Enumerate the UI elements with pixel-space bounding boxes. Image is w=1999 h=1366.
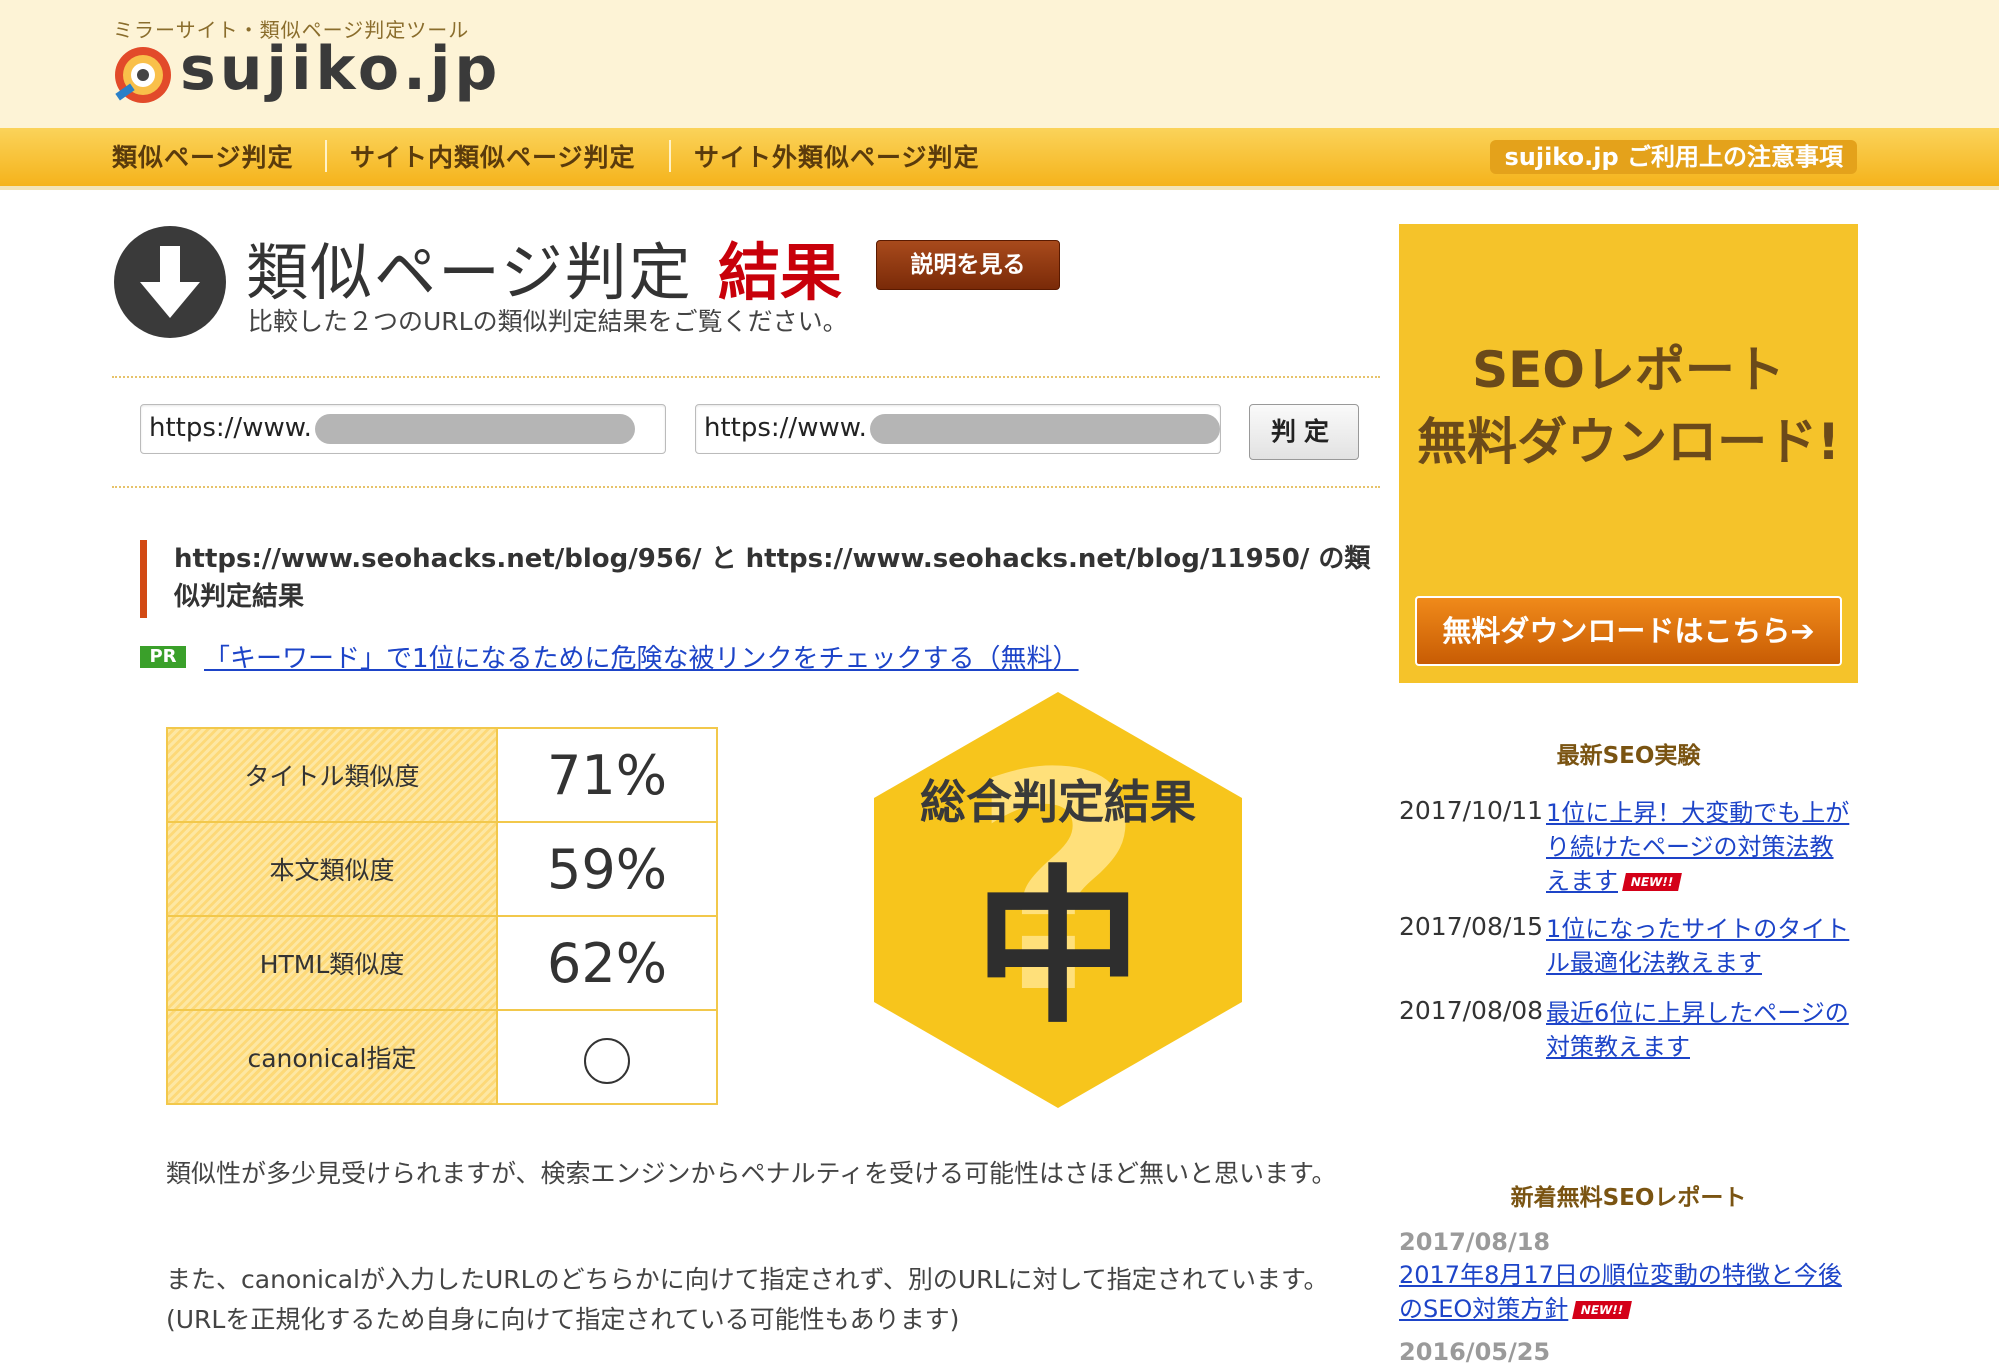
canonical-label: canonical指定 [166, 1009, 498, 1105]
title-similarity-value: 71% [496, 727, 718, 823]
table-row: HTML類似度 62% [166, 915, 718, 1011]
news-date: 2017/10/11 [1399, 796, 1544, 825]
url-input-2[interactable]: https://www. [695, 404, 1221, 454]
usage-notice-link[interactable]: sujiko.jp ご利用上の注意事項 [1490, 140, 1857, 174]
ad-headline-line1: SEOレポート [1472, 341, 1785, 399]
news-link[interactable]: 1位になったサイトのタイトル最適化法教えます [1546, 912, 1856, 980]
table-row: タイトル類似度 71% [166, 727, 718, 823]
arrow-down-circle-icon [114, 226, 226, 338]
logo-icon[interactable] [112, 44, 174, 106]
new-badge: NEW!! [1572, 1301, 1633, 1319]
overall-result-badge: ? 総合判定結果 中 [874, 692, 1242, 1108]
ad-headline-line2: 無料ダウンロード! [1417, 413, 1840, 471]
canonical-value [496, 1009, 718, 1105]
overall-result-grade: 中 [974, 850, 1142, 1046]
nav-item-internal-similar[interactable]: サイト内類似ページ判定 [350, 138, 636, 174]
table-row: 本文類似度 59% [166, 821, 718, 917]
nav-item-similar-page[interactable]: 類似ページ判定 [112, 138, 294, 174]
pr-link[interactable]: 「キーワード」で1位になるために危険な被リンクをチェックする（無料） [204, 638, 1079, 675]
canonical-description: また、canonicalが入力したURLのどちらかに向けて指定されず、別のURL… [166, 1265, 1329, 1334]
pr-badge: PR [140, 646, 186, 668]
site-logo[interactable]: sujiko.jp [180, 34, 501, 104]
page-subtitle: 比較した２つのURLの類似判定結果をご覧ください。 [248, 307, 848, 336]
report-date: 2017/08/18 [1399, 1228, 1551, 1256]
title-similarity-label: タイトル類似度 [166, 727, 498, 823]
explain-button[interactable]: 説明を見る [876, 240, 1060, 290]
main-nav: 類似ページ判定 サイト内類似ページ判定 サイト外類似ページ判定 sujiko.j… [0, 128, 1999, 190]
overall-result-label: 総合判定結果 [920, 775, 1196, 829]
nav-item-external-similar[interactable]: サイト外類似ページ判定 [694, 138, 980, 174]
divider [112, 376, 1380, 378]
report-link[interactable]: 2017年8月17日の順位変動の特徴と今後のSEO対策方針 NEW!! [1399, 1258, 1859, 1326]
result-heading: https://www.seohacks.net/blog/956/ と htt… [174, 544, 1371, 612]
new-report-heading: 新着無料SEOレポート [1510, 1185, 1747, 1211]
page-title-result: 結果 [718, 236, 843, 309]
page-title: 類似ページ判定 [246, 236, 693, 309]
result-description: 類似性が多少見受けられますが、検索エンジンからペナルティを受ける可能性はさほど無… [166, 1159, 1337, 1188]
url-input-1[interactable]: https://www. [140, 404, 666, 454]
circle-mark-icon [584, 1037, 630, 1084]
url-input-1-value: https://www. [149, 413, 312, 443]
divider [112, 486, 1380, 488]
body-similarity-label: 本文類似度 [166, 821, 498, 917]
body-similarity-value: 59% [496, 821, 718, 917]
result-heading-bar [140, 540, 147, 618]
html-similarity-label: HTML類似度 [166, 915, 498, 1011]
redacted-url [315, 414, 635, 444]
nav-divider [325, 140, 327, 172]
report-date: 2016/05/25 [1399, 1338, 1551, 1366]
url-input-2-value: https://www. [704, 413, 867, 443]
table-row: canonical指定 [166, 1009, 718, 1105]
new-badge: NEW!! [1622, 873, 1682, 891]
nav-divider [669, 140, 671, 172]
latest-seo-heading: 最新SEO実験 [1556, 743, 1701, 769]
news-title[interactable]: 1位に上昇！大変動でも上がり続けたページの対策法教えます [1546, 799, 1849, 895]
html-similarity-value: 62% [496, 915, 718, 1011]
judge-button[interactable]: 判定 [1249, 404, 1359, 460]
news-link[interactable]: 最近6位に上昇したページの対策教えます [1546, 996, 1856, 1064]
news-date: 2017/08/15 [1399, 912, 1544, 941]
ad-headline: SEOレポート 無料ダウンロード! [1399, 334, 1858, 478]
seo-report-ad[interactable]: SEOレポート 無料ダウンロード! 無料ダウンロードはこちら➔ [1399, 224, 1858, 683]
similarity-table: タイトル類似度 71% 本文類似度 59% HTML類似度 62% canoni… [166, 727, 718, 1105]
free-download-button[interactable]: 無料ダウンロードはこちら➔ [1415, 596, 1842, 666]
news-link[interactable]: 1位に上昇！大変動でも上がり続けたページの対策法教えます NEW!! [1546, 796, 1856, 898]
news-date: 2017/08/08 [1399, 996, 1544, 1025]
redacted-url [870, 414, 1220, 444]
